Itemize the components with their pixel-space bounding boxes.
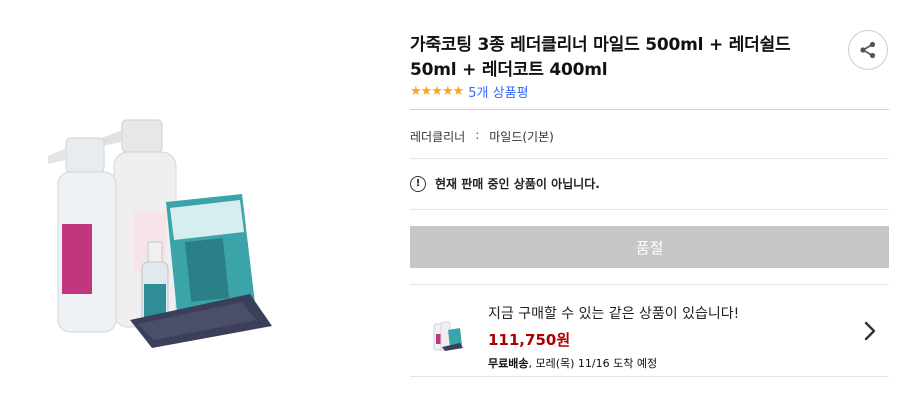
share-button[interactable] [848,30,888,70]
divider [410,376,889,377]
alternative-product-card[interactable]: 지금 구매할 수 있는 같은 상품이 있습니다! 111,750원 무료배송, … [410,286,889,376]
divider [410,158,889,159]
alternative-product-info: 지금 구매할 수 있는 같은 상품이 있습니다! 111,750원 무료배송, … [488,303,739,371]
option-separator: : [475,128,480,142]
option-label: 레더클리너 [410,130,466,144]
rating-row: ★★★★★ 5개 상품평 [410,82,529,101]
delivery-date: , 모레(목) 11/16 도착 예정 [528,357,658,370]
review-count-link[interactable]: 5개 상품평 [468,82,528,101]
star-rating: ★★★★★ [410,83,464,99]
exclamation-circle-icon: ! [410,175,426,192]
option-value: 마일드(기본) [489,130,554,144]
product-title: 가죽코팅 3종 레더클리너 마일드 500ml + 레더쉴드 50ml + 레더… [410,35,791,80]
selected-option: 레더클리너 : 마일드(기본) [410,128,554,145]
product-photo [42,112,332,352]
share-icon [860,41,876,59]
free-shipping-label: 무료배송 [488,357,529,370]
alternative-heading: 지금 구매할 수 있는 같은 상품이 있습니다! [488,306,740,322]
alternative-price: 111,750원 [488,331,571,349]
alternative-product-thumbnail [428,314,468,354]
alternative-shipping: 무료배송, 모레(목) 11/16 도착 예정 [488,355,739,371]
chevron-right-icon[interactable] [862,320,878,342]
divider [410,284,889,285]
divider [410,209,889,210]
notice-text: 현재 판매 중인 상품이 아닙니다. [435,177,600,191]
product-info-panel: 가죽코팅 3종 레더클리너 마일드 500ml + 레더쉴드 50ml + 레더… [410,0,890,403]
unavailable-notice: ! 현재 판매 중인 상품이 아닙니다. [410,175,600,192]
sold-out-button[interactable]: 품절 [410,226,889,268]
divider [410,109,889,110]
product-image-panel [0,0,400,403]
